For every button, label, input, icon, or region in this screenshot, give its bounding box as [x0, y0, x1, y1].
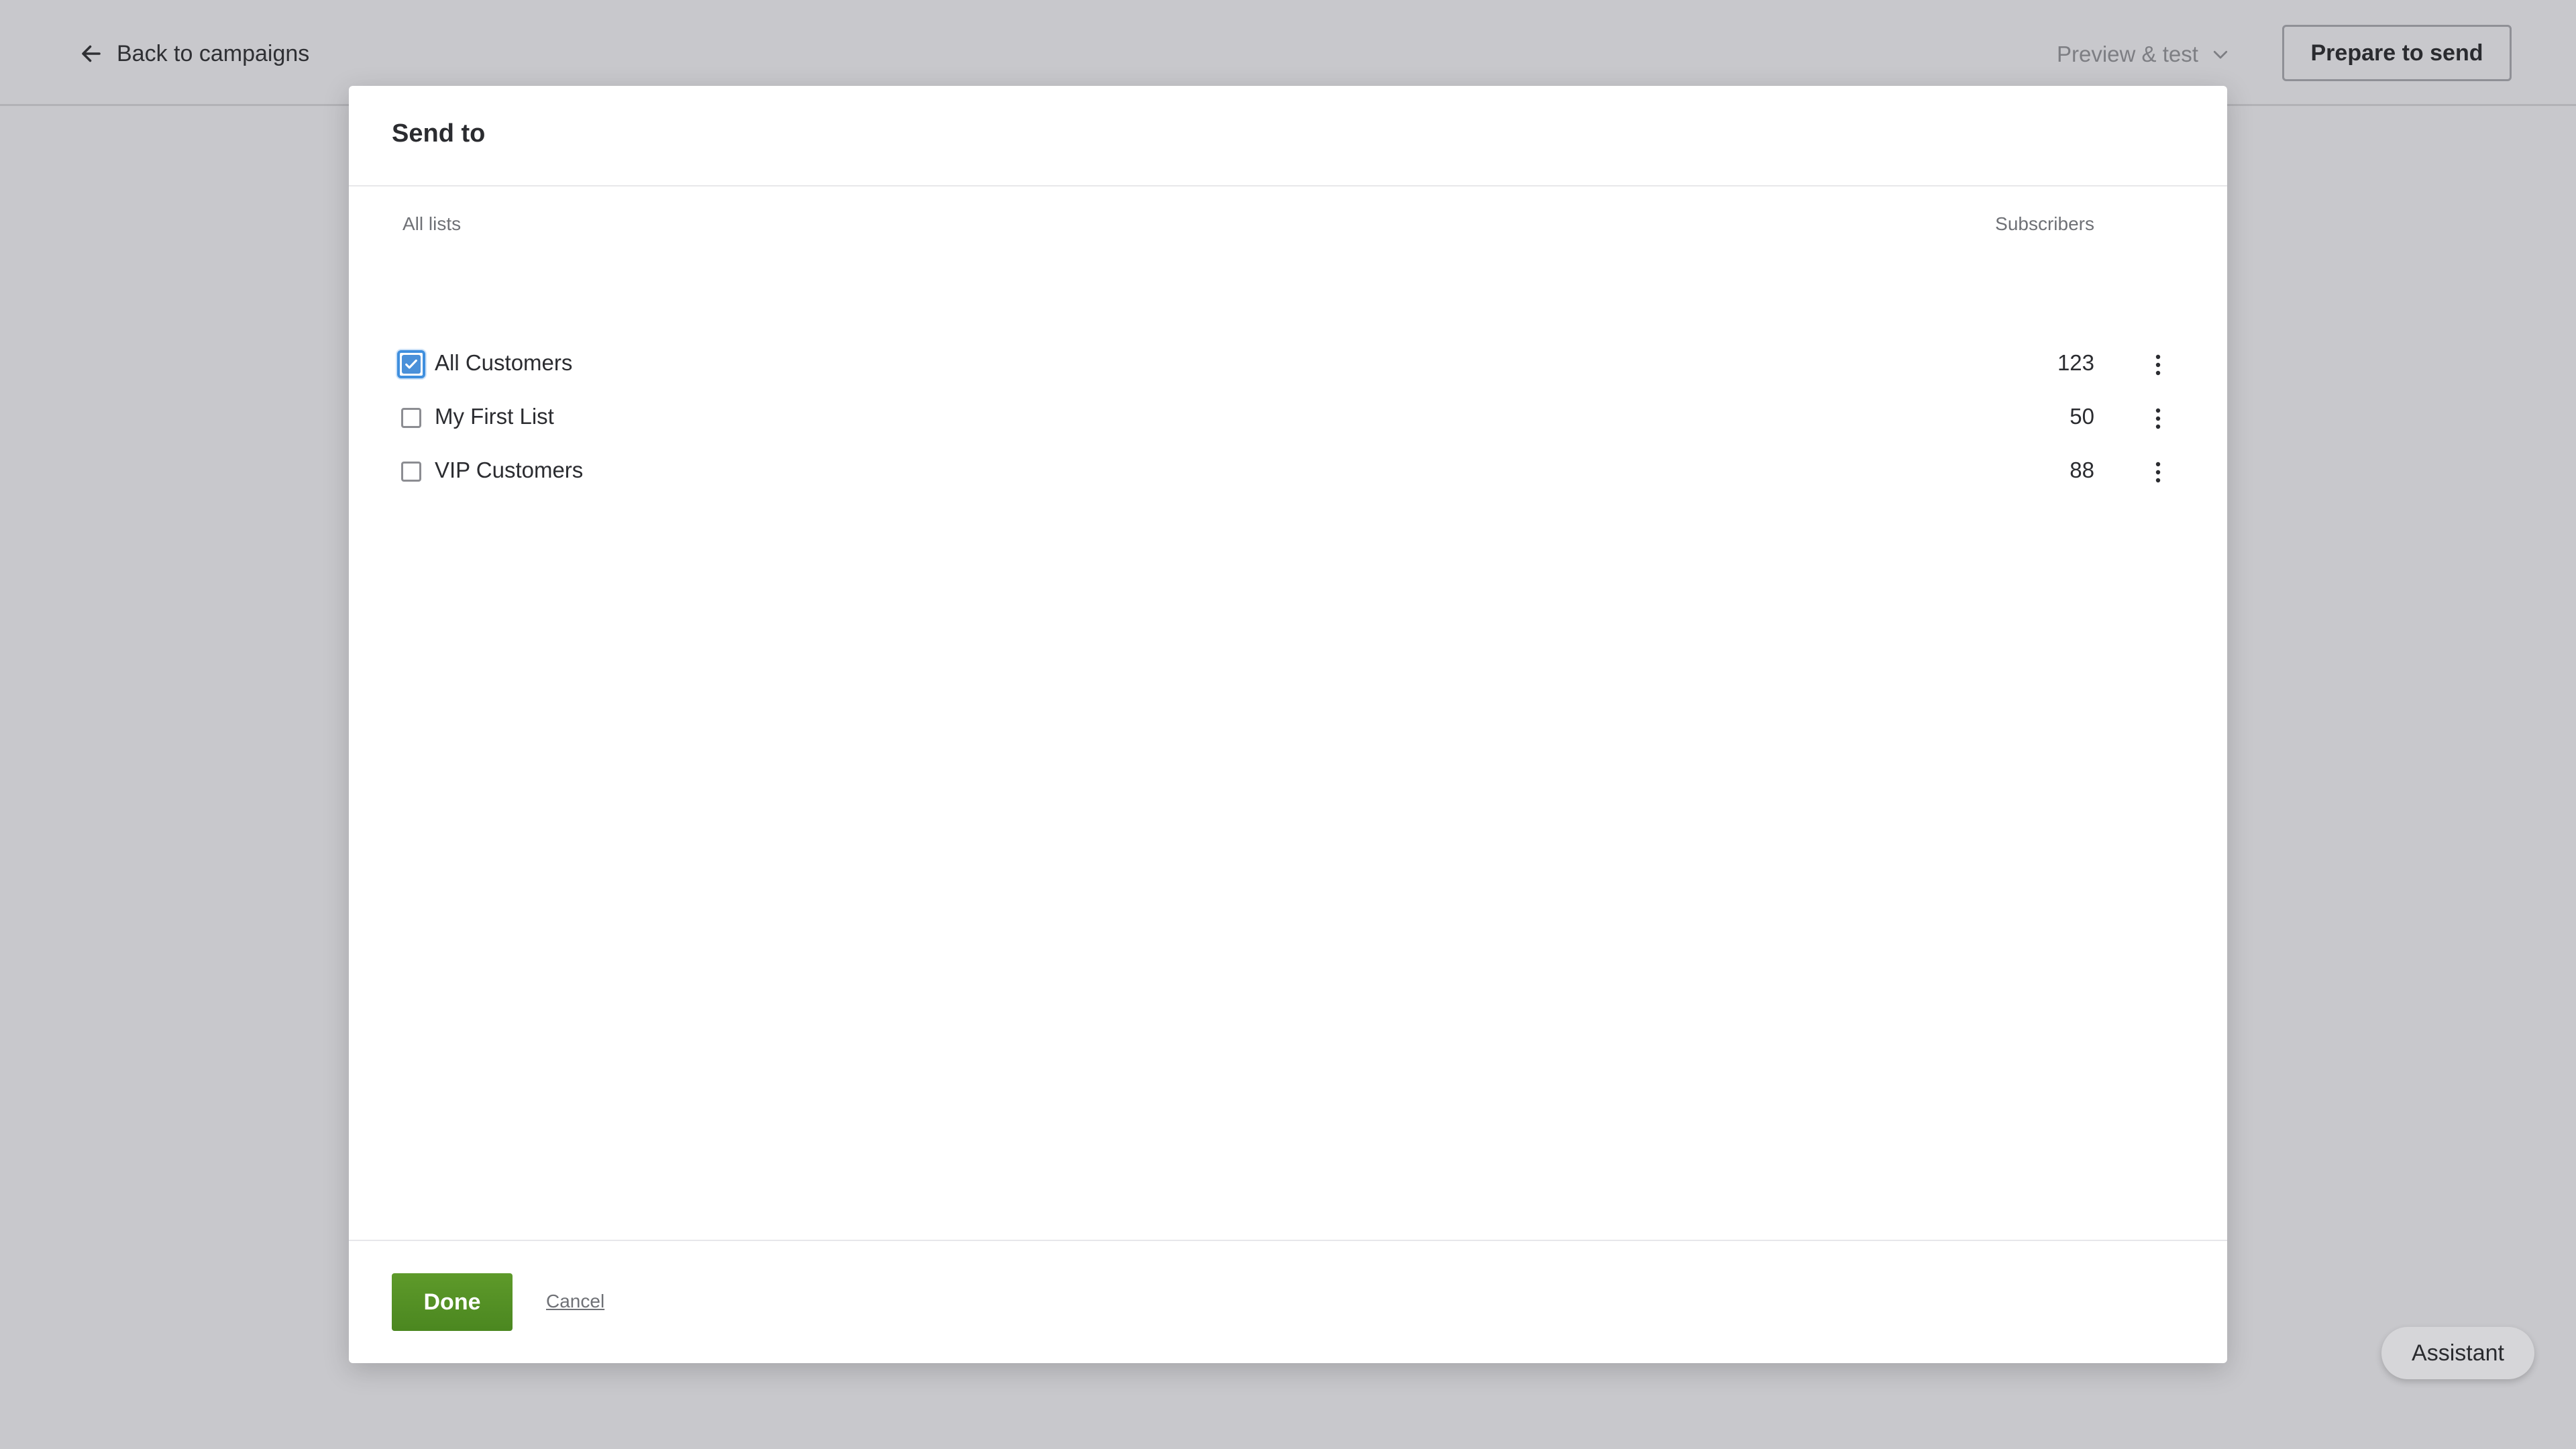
list-row-my-first-list[interactable]: My First List 50	[349, 394, 2227, 448]
done-button[interactable]: Done	[392, 1273, 513, 1331]
list-name: VIP Customers	[435, 458, 584, 482]
list-checkbox-vip-customers[interactable]	[401, 462, 421, 482]
kebab-icon	[2155, 462, 2161, 483]
list-name: My First List	[435, 404, 554, 429]
prepare-to-send-button[interactable]: Prepare to send	[2282, 25, 2512, 81]
subscriber-count: 50	[2070, 404, 2094, 429]
list-options-button[interactable]	[2148, 349, 2168, 381]
list-options-button[interactable]	[2148, 456, 2168, 488]
checkbox-fill	[402, 355, 421, 374]
modal-title: Send to	[392, 119, 486, 148]
list-row-vip-customers[interactable]: VIP Customers 88	[349, 448, 2227, 502]
back-to-campaigns-link[interactable]: Back to campaigns	[79, 35, 309, 72]
cancel-link[interactable]: Cancel	[546, 1291, 604, 1312]
modal-footer: Done Cancel	[349, 1240, 2227, 1363]
back-to-campaigns-label: Back to campaigns	[117, 40, 310, 66]
subscriber-count: 88	[2070, 458, 2094, 482]
list-name: All Customers	[435, 350, 573, 375]
preview-test-label: Preview & test	[2057, 42, 2198, 66]
modal-header: Send to	[349, 86, 2227, 186]
column-header-subscribers: Subscribers	[1995, 213, 2094, 234]
list-options-button[interactable]	[2148, 402, 2168, 435]
kebab-icon	[2155, 354, 2161, 376]
subscriber-count: 123	[2057, 350, 2094, 375]
arrow-left-icon	[82, 45, 101, 62]
chevron-down-icon	[2213, 50, 2228, 59]
check-icon	[405, 359, 417, 369]
list-row-all-customers[interactable]: All Customers 123	[349, 341, 2227, 394]
assistant-button[interactable]: Assistant	[2381, 1327, 2534, 1379]
list-checkbox-my-first-list[interactable]	[401, 408, 421, 428]
preview-test-dropdown[interactable]: Preview & test	[2057, 38, 2231, 71]
column-header-lists: All lists	[402, 213, 462, 234]
kebab-icon	[2155, 408, 2161, 429]
list-checkbox-all-customers[interactable]	[397, 350, 425, 378]
send-to-modal: Send to All lists Subscribers All Custom…	[349, 86, 2227, 1363]
